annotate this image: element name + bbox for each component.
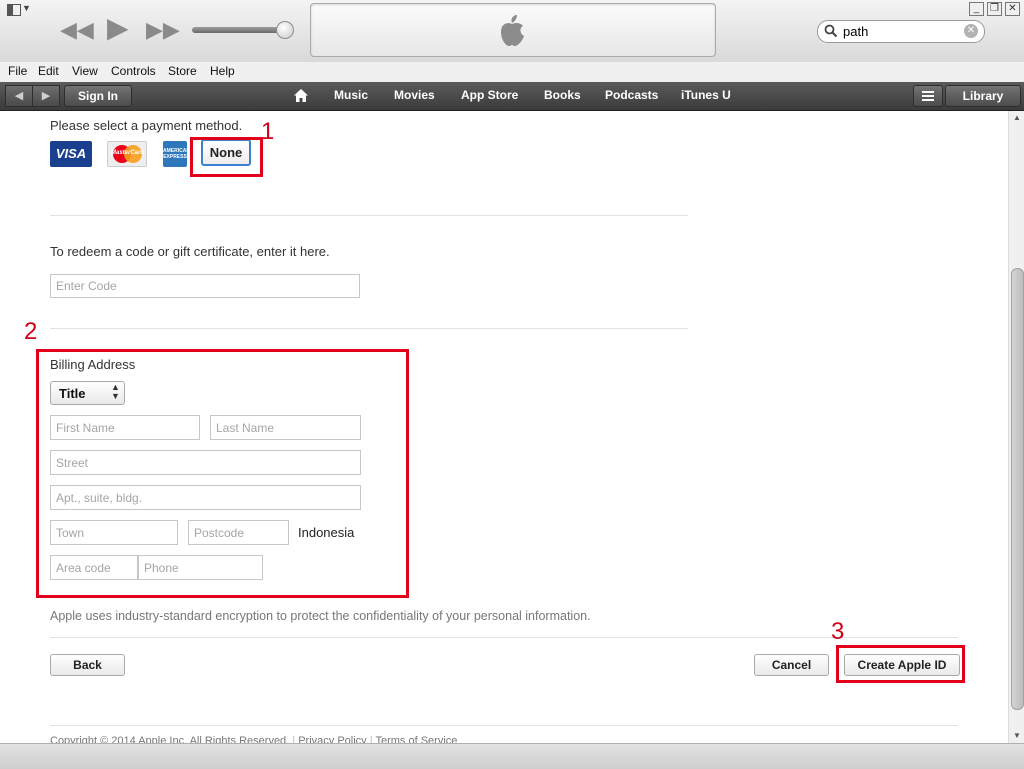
- amex-label: AMERICAN EXPRESS: [163, 148, 187, 160]
- redeem-code-input[interactable]: [50, 274, 360, 298]
- billing-heading: Billing Address: [50, 357, 136, 372]
- clear-search-icon[interactable]: ✕: [964, 24, 978, 38]
- annotation-box-1: [190, 137, 263, 177]
- back-button[interactable]: Back: [50, 654, 125, 676]
- play-icon[interactable]: ▶: [107, 14, 129, 42]
- divider: [50, 215, 688, 216]
- search-input[interactable]: [843, 23, 959, 39]
- menu-bar: File Edit View Controls Store Help: [0, 62, 1024, 82]
- select-arrows-icon: ▲ ▼: [111, 382, 120, 401]
- list-view-button[interactable]: [913, 85, 943, 107]
- forward-arrow-icon[interactable]: ▶: [32, 85, 60, 107]
- divider: [50, 637, 958, 638]
- privacy-note: Apple uses industry-standard encryption …: [50, 609, 591, 623]
- store-nav-bar: ◀ ▶ Sign In Music Movies App Store Books…: [0, 82, 1024, 111]
- cancel-button[interactable]: Cancel: [754, 654, 829, 676]
- mastercard-option[interactable]: MasterCard: [107, 141, 147, 167]
- first-name-input[interactable]: [50, 415, 200, 440]
- menu-edit[interactable]: Edit: [38, 64, 59, 78]
- account-form-page: Please select a payment method. VISA Mas…: [0, 111, 1008, 743]
- close-window-button[interactable]: ✕: [1005, 2, 1020, 16]
- library-button[interactable]: Library: [945, 85, 1021, 107]
- vertical-scrollbar[interactable]: ▲ ▼: [1008, 111, 1024, 743]
- annotation-number-3: 3: [831, 618, 845, 645]
- nav-music[interactable]: Music: [334, 88, 368, 102]
- menu-help[interactable]: Help: [210, 64, 235, 78]
- sign-in-button[interactable]: Sign In: [64, 85, 132, 107]
- redeem-heading: To redeem a code or gift certificate, en…: [50, 244, 330, 259]
- divider: [50, 328, 688, 329]
- player-toolbar: ▼ ◀◀ ▶ ▶▶ ✕ _ ❐ ✕: [0, 0, 1024, 63]
- search-field[interactable]: ✕: [817, 20, 985, 43]
- home-icon[interactable]: [293, 88, 309, 103]
- country-label: Indonesia: [298, 525, 355, 540]
- apple-logo-icon: [501, 15, 524, 46]
- nav-itunes-u[interactable]: iTunes U: [681, 88, 731, 102]
- fast-forward-icon[interactable]: ▶▶: [146, 19, 180, 41]
- copyright-text: Copyright © 2014 Apple Inc. All Rights R…: [50, 735, 290, 743]
- payment-heading: Please select a payment method.: [50, 118, 243, 133]
- annotation-number-2: 2: [24, 318, 38, 345]
- window-menu-icon[interactable]: [7, 4, 21, 16]
- nav-app-store[interactable]: App Store: [461, 88, 518, 102]
- search-icon: [824, 24, 838, 38]
- visa-card-option[interactable]: VISA: [50, 141, 92, 167]
- nav-books[interactable]: Books: [544, 88, 581, 102]
- nav-movies[interactable]: Movies: [394, 88, 435, 102]
- visa-label: VISA: [55, 146, 87, 161]
- scroll-down-arrow-icon[interactable]: ▼: [1013, 731, 1021, 740]
- scroll-thumb[interactable]: [1011, 268, 1024, 710]
- back-arrow-icon[interactable]: ◀: [5, 85, 33, 107]
- window-menu-chevron-icon[interactable]: ▼: [22, 3, 31, 13]
- scroll-up-arrow-icon[interactable]: ▲: [1013, 113, 1021, 122]
- terms-of-service-link[interactable]: Terms of Service: [375, 735, 457, 743]
- nav-podcasts[interactable]: Podcasts: [605, 88, 658, 102]
- divider: [50, 725, 958, 726]
- menu-store[interactable]: Store: [168, 64, 197, 78]
- phone-input[interactable]: [138, 555, 263, 580]
- annotation-box-3: [836, 645, 965, 683]
- mastercard-label: MasterCard: [110, 150, 144, 156]
- title-select[interactable]: Title ▲ ▼: [50, 381, 125, 405]
- list-icon: [922, 91, 934, 101]
- amex-card-option[interactable]: AMERICAN EXPRESS: [163, 141, 187, 167]
- postcode-input[interactable]: [188, 520, 289, 545]
- status-display: [310, 3, 716, 57]
- status-bar: [0, 743, 1024, 769]
- privacy-policy-link[interactable]: Privacy Policy: [298, 735, 366, 743]
- minimize-button[interactable]: _: [969, 2, 984, 16]
- menu-file[interactable]: File: [8, 64, 27, 78]
- rewind-icon[interactable]: ◀◀: [60, 19, 94, 41]
- volume-knob[interactable]: [276, 21, 294, 39]
- annotation-number-1: 1: [261, 118, 275, 145]
- street-input[interactable]: [50, 450, 361, 475]
- area-code-input[interactable]: [50, 555, 138, 580]
- last-name-input[interactable]: [210, 415, 361, 440]
- apt-input[interactable]: [50, 485, 361, 510]
- restore-button[interactable]: ❐: [987, 2, 1002, 16]
- footer: Copyright © 2014 Apple Inc. All Rights R…: [50, 735, 457, 743]
- title-select-value: Title: [59, 386, 86, 401]
- menu-view[interactable]: View: [72, 64, 98, 78]
- menu-controls[interactable]: Controls: [111, 64, 156, 78]
- town-input[interactable]: [50, 520, 178, 545]
